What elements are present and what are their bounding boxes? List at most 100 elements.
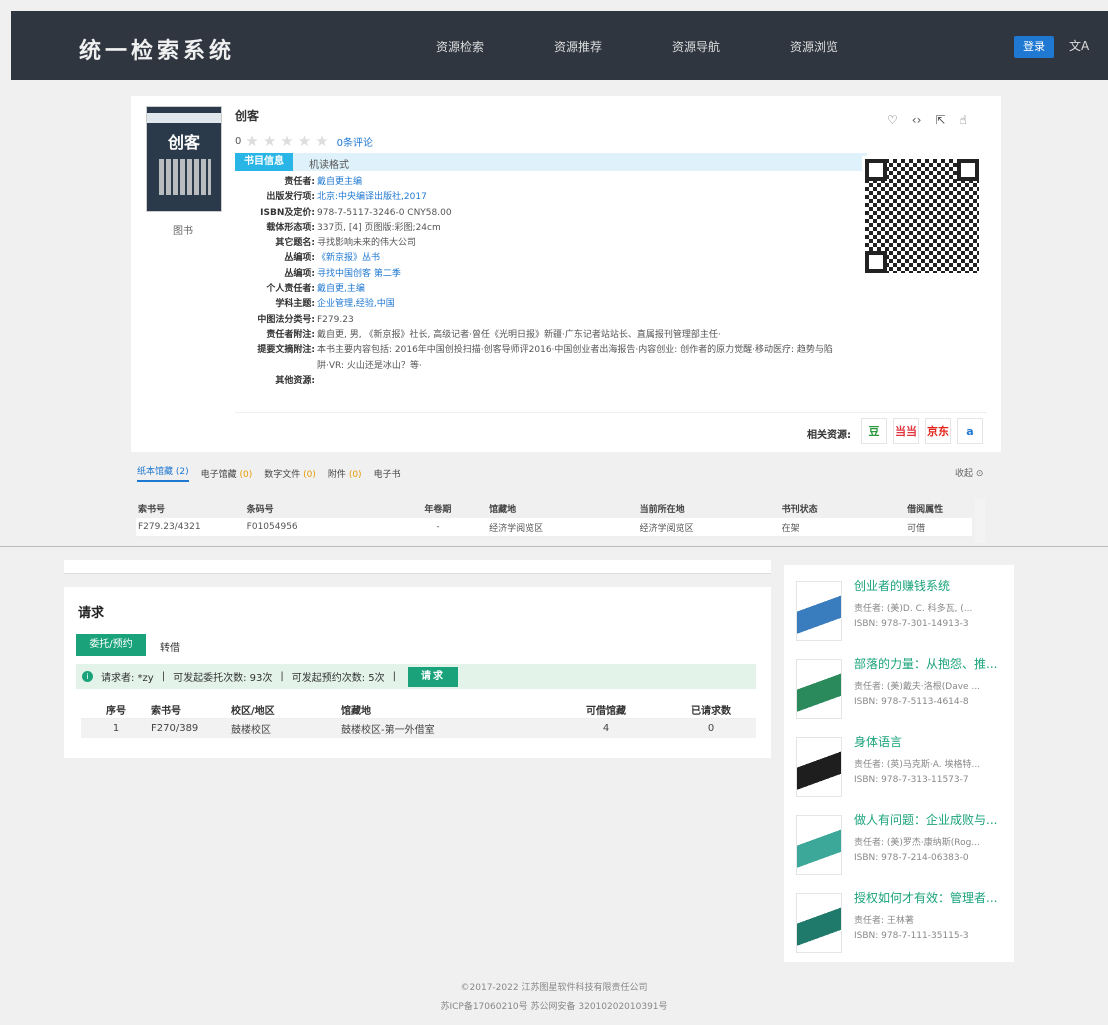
footer-icp[interactable]: 苏ICP备17060210号 苏公网安备 32010202010391号 (0, 999, 1108, 1012)
reviews-link[interactable]: 0条评论 (337, 134, 373, 149)
recommendation-title[interactable]: 授权如何才有效：管理者... (854, 889, 1006, 906)
table-header: 序号 索书号 校区/地区 馆藏地 可借馆藏 已请求数 (81, 700, 756, 719)
tab-holdings[interactable]: 附件 (0) (328, 467, 362, 480)
column-header: 书刊状态 (781, 505, 818, 515)
book-cover[interactable]: 创客 (146, 106, 222, 212)
translate-icon[interactable]: 文A (1069, 37, 1089, 54)
field-label: 丛编项: (284, 253, 315, 264)
field-value: 戴自更, 男, 《新京报》社长, 高级记者·曾任《光明日报》新疆·广东记者站站长… (317, 329, 721, 340)
tab-holdings[interactable]: 电子馆藏 (0) (201, 467, 253, 480)
book-thumbnail[interactable] (796, 659, 842, 719)
field-label: 载体形态项: (266, 222, 315, 233)
recommendation-title[interactable]: 做人有问题：企业成败与... (854, 811, 1006, 828)
cover-title: 创客 (167, 133, 200, 152)
field-value: 本书主要内容包括: 2016年中国创投扫描·创客导师评2016·中国创业者出海报… (317, 345, 833, 371)
column-header: 校区/地区 (231, 705, 275, 717)
like-icon[interactable]: ☝ (959, 113, 966, 127)
nav-link-search[interactable]: 资源检索 (436, 38, 484, 55)
tab-holdings[interactable]: 纸本馆藏 (2) (137, 464, 189, 482)
qr-finder (865, 159, 887, 181)
book-thumbnail[interactable] (796, 893, 842, 953)
star-icon[interactable]: ★ (263, 132, 276, 150)
divider (0, 546, 1108, 547)
recommendation-title[interactable]: 部落的力量：从抱怨、推... (854, 655, 1006, 672)
tab-entrust-reserve[interactable]: 委托/预约 (76, 634, 146, 656)
book-thumbnail[interactable] (796, 581, 842, 641)
separator: | (161, 671, 166, 682)
recommendation-item[interactable]: 授权如何才有效：管理者... 责任者: 王林著 ISBN: 978-7-111-35… (796, 889, 1006, 959)
request-button[interactable]: 请求 (408, 666, 459, 687)
nav-link-recommend[interactable]: 资源推荐 (554, 38, 602, 55)
recommendation-title[interactable]: 创业者的赚钱系统 (854, 577, 1006, 594)
holdings-table: 索书号 条码号 年卷期 馆藏地 当前所在地 书刊状态 借阅属性 F279.23/4321 F01… (136, 499, 972, 537)
table-row[interactable]: 1 F270/389 鼓楼校区 鼓楼校区-第一外借室 4 0 (81, 719, 756, 738)
related-resources: 豆当当 京东 a (861, 418, 983, 444)
recommendation-title[interactable]: 身体语言 (854, 733, 1006, 750)
field-label: 责任者: (284, 177, 315, 187)
share-icon[interactable]: ⇱ (935, 113, 945, 127)
field-row: 载体形态项: 337页, [4] 页图版:彩图;24cm (235, 221, 835, 236)
star-icon[interactable]: ★ (280, 132, 293, 150)
star-icon[interactable]: ★ (298, 132, 311, 150)
nav-link-navigation[interactable]: 资源导航 (672, 38, 720, 55)
field-label: 提要文摘附注: (257, 345, 315, 356)
recommendation-isbn: ISBN: 978-7-214-06383-0 (854, 853, 969, 863)
recommendation-item[interactable]: 部落的力量：从抱怨、推... 责任者: (美)戴夫·洛根(Dave ... ISBN… (796, 655, 1006, 725)
collapse-button[interactable]: 收起 ⊙ (955, 466, 983, 479)
recommendation-isbn: ISBN: 978-7-5113-4614-8 (854, 697, 969, 707)
brand-title[interactable]: 统一检索系统 (79, 33, 235, 65)
requester: 请求者: *zy (101, 673, 154, 684)
field-value[interactable]: 戴自更,主编 (315, 282, 365, 297)
tab-bibliographic[interactable]: 书目信息 (235, 153, 293, 171)
field-value[interactable]: 寻找中国创客 第二季 (315, 267, 401, 282)
recommendation-isbn: ISBN: 978-7-111-35115-3 (854, 931, 969, 941)
code-icon[interactable]: ‹› (912, 113, 922, 127)
tab-count: (0) (348, 469, 362, 480)
table-cell: 鼓楼校区 (231, 725, 271, 736)
info-icon: i (82, 671, 93, 682)
field-row: 出版发行项: 北京:中央编译出版社,2017 (235, 190, 835, 205)
field-value: 978-7-5117-3246-0 CNY58.00 (317, 207, 452, 218)
recommendation-item[interactable]: 做人有问题：企业成败与... 责任者: (美)罗杰·康纳斯(Rog... ISBN:… (796, 811, 1006, 881)
column-header: 可借馆藏 (586, 705, 626, 717)
tab-label: 纸本馆藏 (137, 467, 174, 477)
related-resource-icon[interactable]: 京东 (925, 418, 951, 444)
star-icon[interactable]: ★ (245, 132, 258, 150)
table-cell: - (436, 522, 440, 532)
field-label: 丛编项: (284, 268, 315, 279)
field-value[interactable]: 《新京报》丛书 (315, 251, 380, 266)
nav-link-browse[interactable]: 资源浏览 (790, 38, 838, 55)
recommendation-author: 责任者: (美)罗杰·康纳斯(Rog... (854, 838, 980, 848)
related-resource-icon[interactable]: a (957, 418, 983, 444)
field-value[interactable]: 北京:中央编译出版社,2017 (315, 190, 427, 205)
book-thumbnail[interactable] (796, 737, 842, 797)
recommendation-item[interactable]: 创业者的赚钱系统 责任者: (美)D. C. 科多瓦, (... ISBN: 978… (796, 577, 1006, 647)
scrollbar[interactable] (975, 499, 985, 543)
book-title: 创客 (235, 109, 260, 123)
book-thumbnail[interactable] (796, 815, 842, 875)
field-row: 学科主题: 企业管理,经验,中国 (235, 297, 835, 312)
related-resource-icon[interactable]: 当当 (893, 418, 919, 444)
field-value[interactable]: 戴自更主编 (315, 175, 362, 190)
chevron-up-icon: ⊙ (975, 469, 984, 479)
heart-icon[interactable]: ♡ (887, 113, 898, 127)
star-icon[interactable]: ★ (315, 132, 328, 150)
book-detail-card: 创客 图书 创客 0 ★ ★ ★ ★ ★ 0条评论 书目信息 机读格式 责任者:… (131, 96, 1001, 452)
tab-label: 电子馆藏 (200, 469, 237, 480)
column-header: 序号 (106, 705, 126, 717)
reserve-count: 可发起预约次数: 5次 (291, 673, 385, 684)
recommendation-item[interactable]: 身体语言 责任者: (英)马克斯·A. 埃格特... ISBN: 978-7-313… (796, 733, 1006, 803)
field-value[interactable]: 企业管理,经验,中国 (315, 297, 395, 312)
recommendation-author: 责任者: 王林著 (854, 916, 914, 926)
qr-finder (957, 159, 979, 181)
login-button[interactable]: 登录 (1014, 36, 1054, 58)
column-header: 条码号 (246, 505, 274, 515)
related-resource-icon[interactable]: 豆 (861, 418, 887, 444)
tab-transfer[interactable]: 转借 (160, 639, 180, 654)
tab-marc[interactable]: 机读格式 (309, 156, 349, 171)
tab-holdings[interactable]: 电子书 (374, 467, 401, 480)
field-row: ISBN及定价: 978-7-5117-3246-0 CNY58.00 (235, 206, 835, 221)
tab-holdings[interactable]: 数字文件 (0) (264, 467, 316, 480)
column-header: 当前所在地 (639, 505, 685, 515)
separator: | (392, 671, 397, 682)
